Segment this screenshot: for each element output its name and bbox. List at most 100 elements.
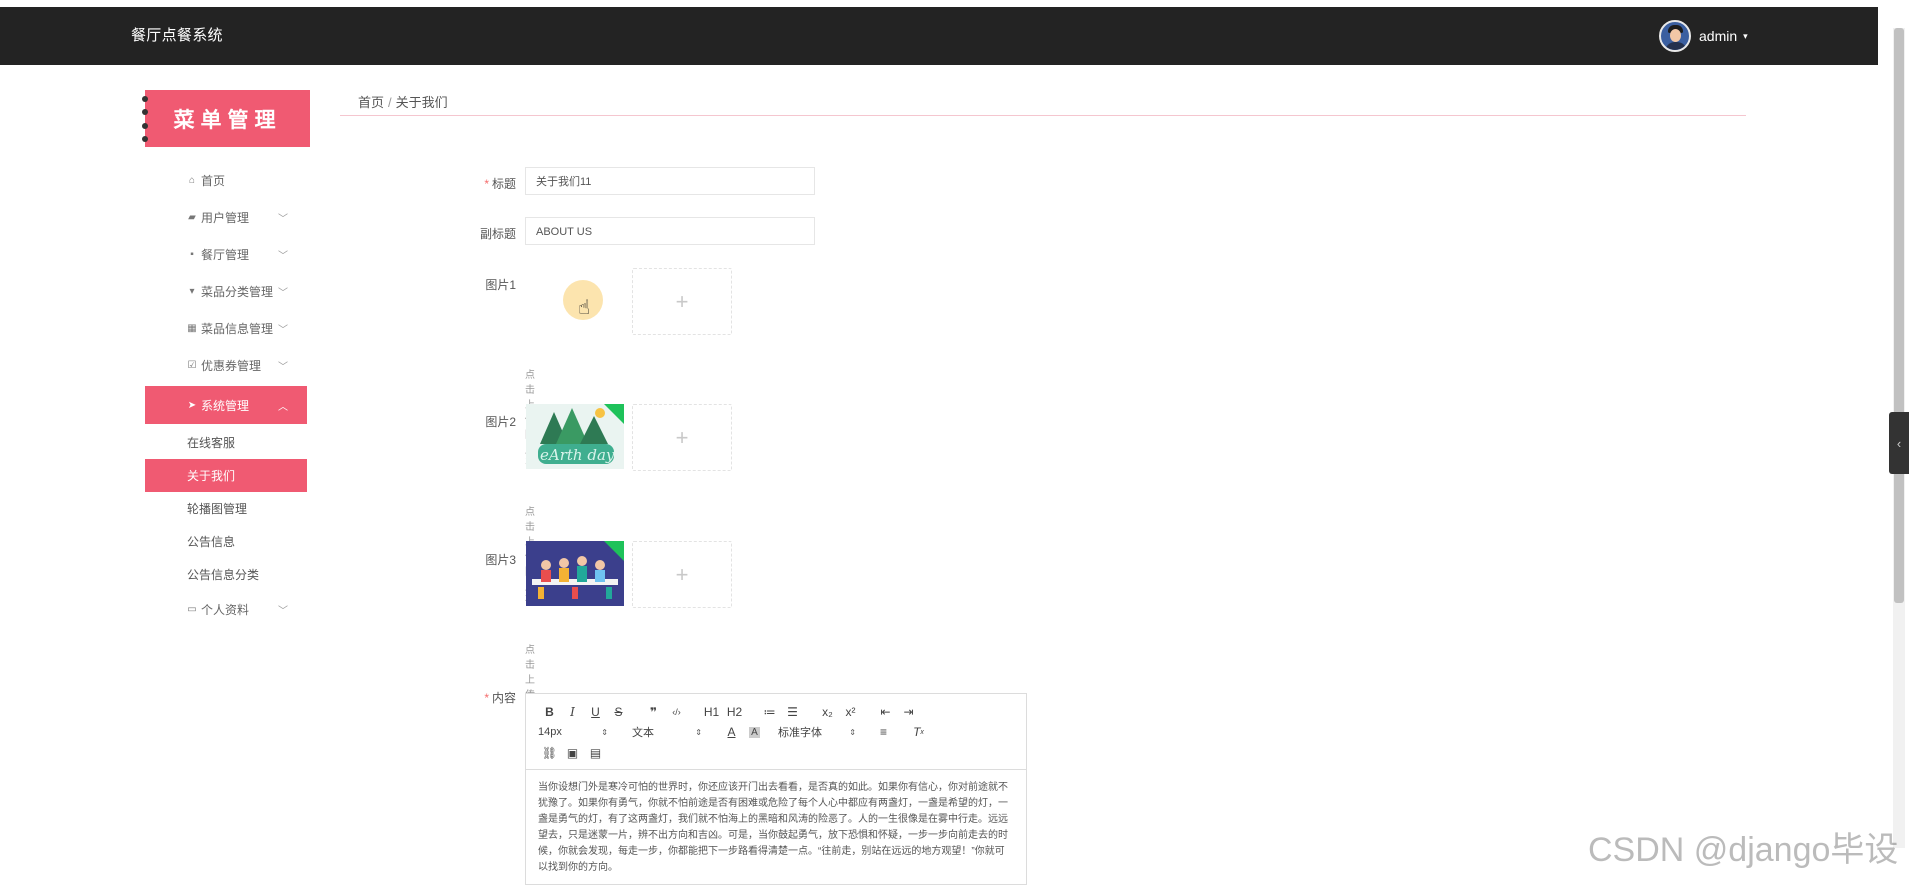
sidebar-item-profile[interactable]: ▭ 个人资料 ﹀ bbox=[145, 591, 307, 628]
toolbar-row-3: ⛓ ▣ ▤ bbox=[538, 744, 607, 762]
top-border bbox=[0, 0, 1909, 6]
chevron-down-icon: ﹀ bbox=[278, 325, 288, 336]
sidebar-item-label: 菜品分类管理 bbox=[201, 285, 274, 299]
select-arrows-icon: ⇕ bbox=[695, 727, 702, 737]
sidebar-menu: ⌂ 首页 ▰ 用户管理 ﹀ ▪ 餐厅管理 ﹀ ▾ 菜品分类管理 ﹀ ▦ 菜品信息… bbox=[145, 162, 307, 628]
chevron-up-icon: ︿ bbox=[278, 401, 288, 413]
pic2-upload-button[interactable]: + bbox=[632, 404, 732, 471]
chevron-left-icon[interactable]: ‹ bbox=[1897, 436, 1901, 451]
title-label: * 标题 bbox=[484, 177, 516, 191]
clear-format-icon[interactable]: Tx bbox=[907, 723, 930, 741]
text-color-icon[interactable]: A bbox=[720, 723, 743, 741]
strike-button[interactable]: S bbox=[607, 703, 630, 721]
toolbar-row-1: B I U S ❞ ‹/› H1 H2 ≔ ☰ x₂ x² ⇤ ⇥ bbox=[538, 703, 920, 721]
sidebar-subitem-notice-category[interactable]: 公告信息分类 bbox=[145, 558, 307, 591]
chevron-down-icon: ﹀ bbox=[278, 362, 288, 373]
pic3-label: 图片3 bbox=[485, 553, 516, 567]
h1-button[interactable]: H1 bbox=[700, 703, 723, 721]
sidebar-subitem-about-us[interactable]: 关于我们 bbox=[145, 459, 307, 492]
code-block-button[interactable]: ‹/› bbox=[665, 703, 688, 721]
divider bbox=[340, 115, 1746, 116]
font-family-select[interactable]: 标准字体 ⇕ bbox=[778, 723, 856, 741]
sidebar-subitem-notices[interactable]: 公告信息 bbox=[145, 525, 307, 558]
pic1-label: 图片1 bbox=[485, 278, 516, 292]
sidebar-subitem-online-service[interactable]: 在线客服 bbox=[145, 426, 307, 459]
subtitle-label: 副标题 bbox=[479, 227, 516, 241]
avatar[interactable] bbox=[1659, 20, 1691, 52]
subtitle-input[interactable]: ABOUT US bbox=[525, 217, 815, 245]
title-input[interactable]: 关于我们11 bbox=[525, 167, 815, 195]
sidebar-item-system[interactable]: ➤ 系统管理 ︿ bbox=[145, 386, 307, 424]
plus-icon: + bbox=[675, 288, 689, 314]
username[interactable]: admin bbox=[1699, 28, 1737, 44]
ordered-list-button[interactable]: ≔ bbox=[758, 703, 781, 721]
drawer-toggle[interactable]: ‹ bbox=[1889, 412, 1909, 474]
pic3-upload-button[interactable]: + bbox=[632, 541, 732, 608]
sidebar-item-coupons[interactable]: ☑ 优惠券管理 ﹀ bbox=[145, 347, 307, 384]
sidebar-item-label: 用户管理 bbox=[201, 211, 250, 225]
sidebar-item-users[interactable]: ▰ 用户管理 ﹀ bbox=[145, 199, 307, 236]
scrollbar-thumb[interactable] bbox=[1894, 28, 1904, 603]
rich-text-editor[interactable]: B I U S ❞ ‹/› H1 H2 ≔ ☰ x₂ x² ⇤ ⇥ 14px ⇕ … bbox=[525, 693, 1027, 885]
align-icon[interactable]: ≡ bbox=[872, 723, 895, 741]
sidebar-item-label: 系统管理 bbox=[201, 398, 250, 413]
image-icon[interactable]: ▣ bbox=[561, 744, 584, 762]
sidebar-logo: 菜单管理 bbox=[142, 90, 310, 147]
editor-content[interactable]: 当你设想门外是寒冷可怕的世界时，你还应该开门出去看看，是否真的如此。如果你有信心… bbox=[538, 780, 1014, 876]
chevron-down-icon: ﹀ bbox=[278, 288, 288, 299]
pic2-thumbnail[interactable]: eArth day bbox=[526, 404, 624, 469]
sidebar-subitem-carousel[interactable]: 轮播图管理 bbox=[145, 492, 307, 525]
chevron-down-icon: ﹀ bbox=[278, 606, 288, 617]
chevron-down-icon: ﹀ bbox=[278, 251, 288, 262]
italic-button[interactable]: I bbox=[561, 703, 584, 721]
sidebar-item-label: 餐厅管理 bbox=[201, 248, 250, 262]
hand-cursor-icon: ☝ bbox=[578, 297, 591, 319]
block-type-select[interactable]: 文本 ⇕ bbox=[632, 723, 702, 741]
h2-button[interactable]: H2 bbox=[723, 703, 746, 721]
sidebar-item-dish-category[interactable]: ▾ 菜品分类管理 ﹀ bbox=[145, 273, 307, 310]
sidebar-item-home[interactable]: ⌂ 首页 bbox=[145, 162, 307, 199]
checkbox-icon: ☑ bbox=[187, 360, 197, 371]
binder-rings-icon bbox=[142, 96, 148, 142]
subscript-button[interactable]: x₂ bbox=[816, 703, 839, 721]
video-icon[interactable]: ▤ bbox=[584, 744, 607, 762]
sidebar-item-label: 菜品信息管理 bbox=[201, 322, 274, 336]
font-size-select[interactable]: 14px ⇕ bbox=[538, 723, 608, 741]
send-icon: ➤ bbox=[187, 399, 197, 411]
breadcrumb-home[interactable]: 首页 bbox=[358, 95, 384, 110]
underline-button[interactable]: U bbox=[584, 703, 607, 721]
sidebar-item-restaurant[interactable]: ▪ 餐厅管理 ﹀ bbox=[145, 236, 307, 273]
svg-text:eArth day: eArth day bbox=[540, 446, 615, 464]
sidebar-item-dish-info[interactable]: ▦ 菜品信息管理 ﹀ bbox=[145, 310, 307, 347]
editor-toolbar: B I U S ❞ ‹/› H1 H2 ≔ ☰ x₂ x² ⇤ ⇥ 14px ⇕ … bbox=[526, 694, 1026, 770]
top-header: 餐厅点餐系统 admin ▾ bbox=[0, 7, 1878, 65]
indent-button[interactable]: ⇥ bbox=[897, 703, 920, 721]
user-menu[interactable]: admin ▾ bbox=[1659, 18, 1748, 54]
caret-down-icon[interactable]: ▾ bbox=[1743, 31, 1748, 42]
plus-icon: + bbox=[675, 561, 689, 587]
comment-icon: ▰ bbox=[188, 212, 196, 223]
background-color-icon[interactable]: A bbox=[743, 723, 766, 741]
bullet-list-button[interactable]: ☰ bbox=[781, 703, 804, 721]
superscript-button[interactable]: x² bbox=[839, 703, 862, 721]
toolbar-row-2: 14px ⇕ 文本 ⇕ A A 标准字体 ⇕ ≡ Tx bbox=[538, 723, 930, 741]
link-icon[interactable]: ⛓ bbox=[538, 744, 561, 762]
monitor-icon: ▪ bbox=[190, 249, 194, 260]
pic2-label: 图片2 bbox=[485, 415, 516, 429]
breadcrumb: 首页 / 关于我们 bbox=[358, 92, 448, 111]
logo-text: 菜单管理 bbox=[173, 106, 282, 132]
bold-button[interactable]: B bbox=[538, 703, 561, 721]
breadcrumb-current: 关于我们 bbox=[395, 95, 448, 110]
select-arrows-icon: ⇕ bbox=[601, 727, 608, 737]
sidebar-item-label: 优惠券管理 bbox=[201, 359, 262, 373]
blockquote-button[interactable]: ❞ bbox=[642, 703, 665, 721]
calendar-icon: ▭ bbox=[187, 604, 197, 615]
plus-icon: + bbox=[675, 424, 689, 450]
pic1-upload-button[interactable]: + bbox=[632, 268, 732, 335]
home-icon: ⌂ bbox=[188, 175, 196, 186]
grid-icon: ▦ bbox=[187, 323, 197, 334]
outdent-button[interactable]: ⇤ bbox=[874, 703, 897, 721]
select-arrows-icon: ⇕ bbox=[849, 727, 856, 737]
pic3-thumbnail[interactable] bbox=[526, 541, 624, 606]
sidebar-item-label: 个人资料 bbox=[201, 603, 250, 617]
